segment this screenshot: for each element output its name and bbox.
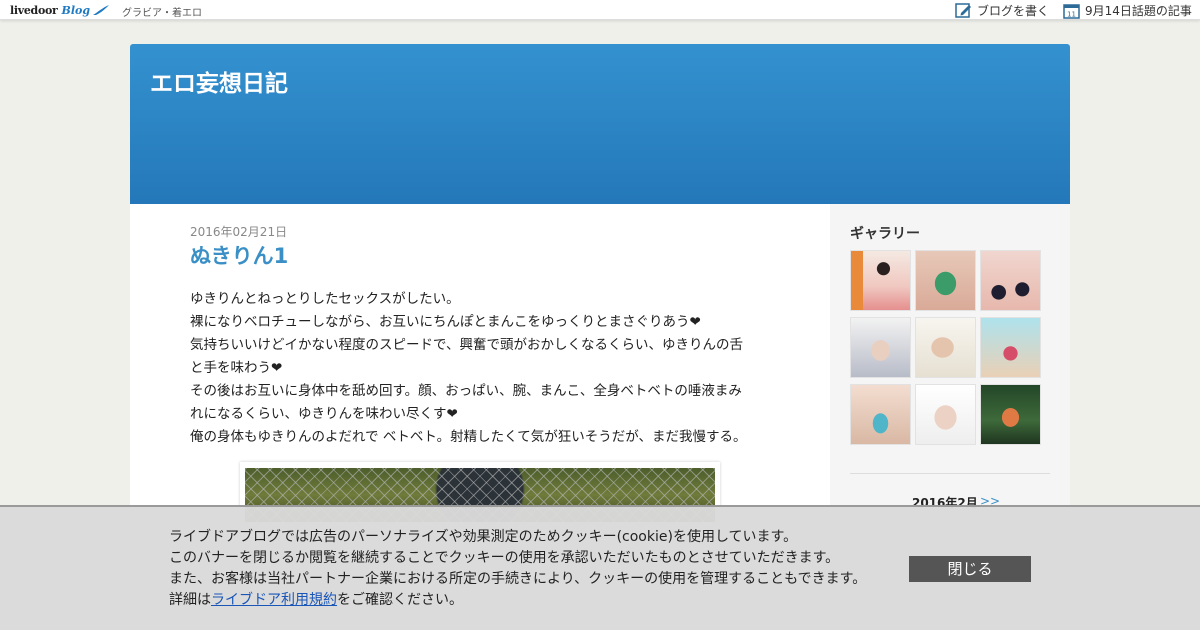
post-body-line: と手を味わう❤: [190, 360, 283, 376]
calendar-icon: 11: [1063, 3, 1080, 19]
cookie-line: また、お客様は当社パートナー企業における所定の手続きにより、クッキーの使用を管理…: [169, 571, 867, 587]
gallery-thumbnail[interactable]: [915, 317, 976, 378]
write-blog-link[interactable]: ブログを書く: [955, 1, 1049, 19]
gallery-thumbnail[interactable]: [850, 384, 911, 445]
post-body-line: れになるくらい、ゆきりんを味わい尽くす❤: [190, 406, 458, 422]
calendar-day-number: 11: [1067, 10, 1076, 18]
bird-icon: [93, 5, 110, 15]
logo-blog-text: Blog: [61, 3, 91, 17]
gallery-thumbnail[interactable]: [980, 384, 1041, 445]
gallery-thumbnail[interactable]: [850, 250, 911, 311]
gallery-thumbnail[interactable]: [915, 384, 976, 445]
livedoor-blog-logo[interactable]: livedoor Blog: [10, 2, 110, 18]
cookie-banner: ライブドアブログでは広告のパーソナライズや効果測定のためクッキー(cookie)…: [0, 505, 1200, 630]
gallery-grid: [850, 250, 1045, 445]
sidebar-divider: [850, 473, 1050, 474]
close-cookie-banner-button[interactable]: 閉じる: [909, 556, 1031, 582]
gallery-title: ギャラリー: [850, 226, 920, 242]
gallery-thumbnail[interactable]: [850, 317, 911, 378]
cookie-line-details: 詳細はライブドア利用規約をご確認ください。: [169, 590, 866, 611]
pencil-note-icon: [955, 2, 971, 18]
trending-articles-link[interactable]: 11 9月14日話題の記事: [1063, 1, 1192, 19]
post-body-line: その後はお互いに身体中を舐め回す。顔、おっぱい、腕、まんこ、全身ベトベトの唾液ま…: [190, 383, 742, 399]
cookie-line: このバナーを閉じるか閲覧を継続することでクッキーの使用を承認いただいたものとさせ…: [169, 550, 840, 566]
cookie-line: ライブドアブログでは広告のパーソナライズや効果測定のためクッキー(cookie)…: [169, 529, 798, 545]
post-body-line: 気持ちいいけどイかない程度のスピードで、興奮で頭がおかしくなるくらい、ゆきりんの…: [190, 337, 743, 353]
write-blog-label: ブログを書く: [977, 3, 1050, 18]
terms-of-use-link[interactable]: ライブドア利用規約: [211, 592, 337, 608]
post-body-line: ゆきりんとねっとりしたセックスがしたい。: [190, 291, 460, 307]
logo-livedoor-text: livedoor: [10, 3, 58, 17]
cookie-details-prefix: 詳細は: [169, 592, 211, 608]
blog-category-link[interactable]: グラビア・着エロ: [122, 4, 202, 19]
cookie-details-suffix: をご確認ください。: [337, 592, 463, 608]
gallery-thumbnail[interactable]: [915, 250, 976, 311]
trending-articles-label: 9月14日話題の記事: [1085, 3, 1192, 18]
post-body-line: 裸になりベロチューしながら、お互いにちんぽとまんこをゆっくりとまさぐりあう❤: [190, 314, 701, 330]
gallery-thumbnail[interactable]: [980, 250, 1041, 311]
post-title[interactable]: ぬきりん1: [190, 240, 288, 270]
post-body: ゆきりんとねっとりしたセックスがしたい。 裸になりベロチューしながら、お互いにち…: [190, 288, 770, 449]
post-date: 2016年02月21日: [190, 225, 288, 239]
cookie-notice-text: ライブドアブログでは広告のパーソナライズや効果測定のためクッキー(cookie)…: [169, 527, 866, 611]
post-body-line: 俺の身体もゆきりんのよだれで ベトベト。射精したくて気が狂いそうだが、まだ我慢す…: [190, 429, 747, 445]
blog-title[interactable]: エロ妄想日記: [150, 64, 288, 98]
blog-header: エロ妄想日記: [130, 44, 1070, 204]
top-bar: livedoor Blog グラビア・着エロ ブログを書く 11 9月14日話題…: [0, 0, 1200, 20]
gallery-thumbnail[interactable]: [980, 317, 1041, 378]
